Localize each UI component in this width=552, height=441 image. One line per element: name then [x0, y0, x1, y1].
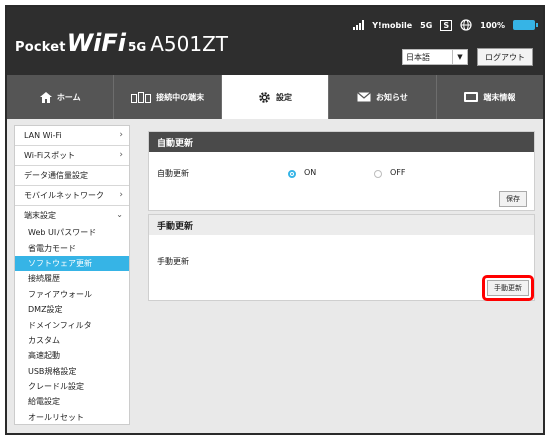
- devices-icon: [131, 91, 152, 103]
- auto-update-label: 自動更新: [157, 169, 189, 178]
- auto-update-panel: 自動更新 自動更新 ON OFF 保存: [148, 131, 535, 211]
- battery-percent: 100%: [480, 20, 505, 30]
- logout-button[interactable]: ログアウト: [477, 48, 533, 66]
- tab-label: 端末情報: [483, 92, 516, 102]
- save-button[interactable]: 保存: [499, 191, 527, 207]
- network-type: 5G: [420, 20, 433, 30]
- language-select[interactable]: 日本語 ▼: [402, 49, 468, 65]
- device-info-icon: [464, 92, 479, 102]
- main-nav: ホーム 接続中の端末 設定 お知らせ 端末情報: [7, 75, 543, 119]
- sidebar-group-device-settings[interactable]: 端末設定 ⌄: [15, 206, 129, 225]
- sidebar-item-domain-filter[interactable]: ドメインフィルタ: [15, 317, 129, 332]
- auto-update-on-radio[interactable]: [288, 170, 296, 178]
- brand-wifi: WiFi: [66, 29, 127, 57]
- chevron-right-icon: ›: [119, 150, 123, 160]
- tab-label: ホーム: [56, 92, 81, 102]
- auto-update-on-label: ON: [304, 168, 317, 177]
- sidebar-item-usb[interactable]: USB規格設定: [15, 364, 129, 379]
- sidebar-item-connection-history[interactable]: 接続履歴: [15, 271, 129, 286]
- tab-label: 設定: [276, 92, 293, 102]
- manual-update-label: 手動更新: [157, 257, 189, 266]
- sidebar-item-custom[interactable]: カスタム: [15, 333, 129, 348]
- sidebar: LAN Wi-Fi › Wi-Fiスポット › データ通信量設定 モバイルネット…: [14, 125, 130, 425]
- manual-update-button[interactable]: 手動更新: [487, 280, 529, 296]
- envelope-icon: [357, 92, 371, 102]
- status-bar: Y!mobile 5G S 100%: [345, 19, 538, 31]
- sidebar-item-label: Wi-Fiスポット: [24, 151, 76, 160]
- sidebar-item-wifi-spot[interactable]: Wi-Fiスポット ›: [15, 146, 129, 166]
- sidebar-item-label: モバイルネットワーク: [24, 191, 104, 200]
- tab-home[interactable]: ホーム: [7, 75, 115, 119]
- model-name: A501ZT: [150, 32, 229, 56]
- sidebar-item-cradle[interactable]: クレードル設定: [15, 379, 129, 394]
- auto-update-off-label: OFF: [390, 168, 406, 177]
- home-icon: [39, 91, 52, 103]
- brand-logo: Pocket WiFi 5G A501ZT: [15, 29, 228, 57]
- sidebar-item-power-saving[interactable]: 省電力モード: [15, 240, 129, 255]
- chevron-right-icon: ›: [119, 190, 123, 200]
- language-value: 日本語: [406, 53, 430, 62]
- sidebar-item-factory-reset[interactable]: オールリセット: [15, 410, 129, 425]
- brand-5g: 5G: [128, 40, 147, 54]
- app-frame: Pocket WiFi 5G A501ZT Y!mobile 5G S 100%…: [5, 5, 545, 435]
- sidebar-item-firewall[interactable]: ファイアウォール: [15, 287, 129, 302]
- tab-device-info[interactable]: 端末情報: [437, 75, 543, 119]
- chevron-down-icon: ⌄: [116, 210, 123, 219]
- sidebar-item-label: データ通信量設定: [24, 171, 88, 180]
- manual-update-title: 手動更新: [149, 215, 534, 235]
- sidebar-item-dmz[interactable]: DMZ設定: [15, 302, 129, 317]
- sidebar-item-data-usage[interactable]: データ通信量設定: [15, 166, 129, 186]
- carrier-name: Y!mobile: [372, 20, 413, 30]
- sidebar-group-label: 端末設定: [24, 211, 56, 220]
- sidebar-item-webui-password[interactable]: Web UIパスワード: [15, 225, 129, 240]
- tab-label: お知らせ: [376, 92, 408, 102]
- signal-icon: [353, 20, 365, 30]
- manual-update-panel: 手動更新 手動更新 手動更新: [148, 214, 535, 301]
- tab-devices[interactable]: 接続中の端末: [114, 75, 222, 119]
- brand-pocket: Pocket: [15, 40, 66, 55]
- header: Pocket WiFi 5G A501ZT Y!mobile 5G S 100%…: [7, 7, 543, 75]
- sidebar-item-mobile-network[interactable]: モバイルネットワーク ›: [15, 186, 129, 206]
- tab-notices[interactable]: お知らせ: [329, 75, 437, 119]
- tab-settings[interactable]: 設定: [221, 75, 330, 119]
- chevron-right-icon: ›: [119, 130, 123, 140]
- tab-label: 接続中の端末: [156, 92, 205, 102]
- battery-icon: [513, 20, 538, 30]
- sidebar-item-fast-boot[interactable]: 高速起動: [15, 348, 129, 363]
- sim-icon: S: [440, 19, 453, 31]
- content-area: LAN Wi-Fi › Wi-Fiスポット › データ通信量設定 モバイルネット…: [7, 119, 543, 433]
- sidebar-item-lan-wifi[interactable]: LAN Wi-Fi ›: [15, 126, 129, 146]
- sidebar-item-label: LAN Wi-Fi: [24, 131, 62, 140]
- globe-icon: [460, 19, 472, 31]
- auto-update-off-radio[interactable]: [374, 170, 382, 178]
- auto-update-title: 自動更新: [149, 132, 534, 152]
- sidebar-item-software-update[interactable]: ソフトウェア更新: [15, 255, 129, 272]
- sidebar-item-power-supply[interactable]: 給電設定: [15, 394, 129, 409]
- chevron-down-icon: ▼: [452, 50, 467, 64]
- gear-icon: [259, 91, 270, 103]
